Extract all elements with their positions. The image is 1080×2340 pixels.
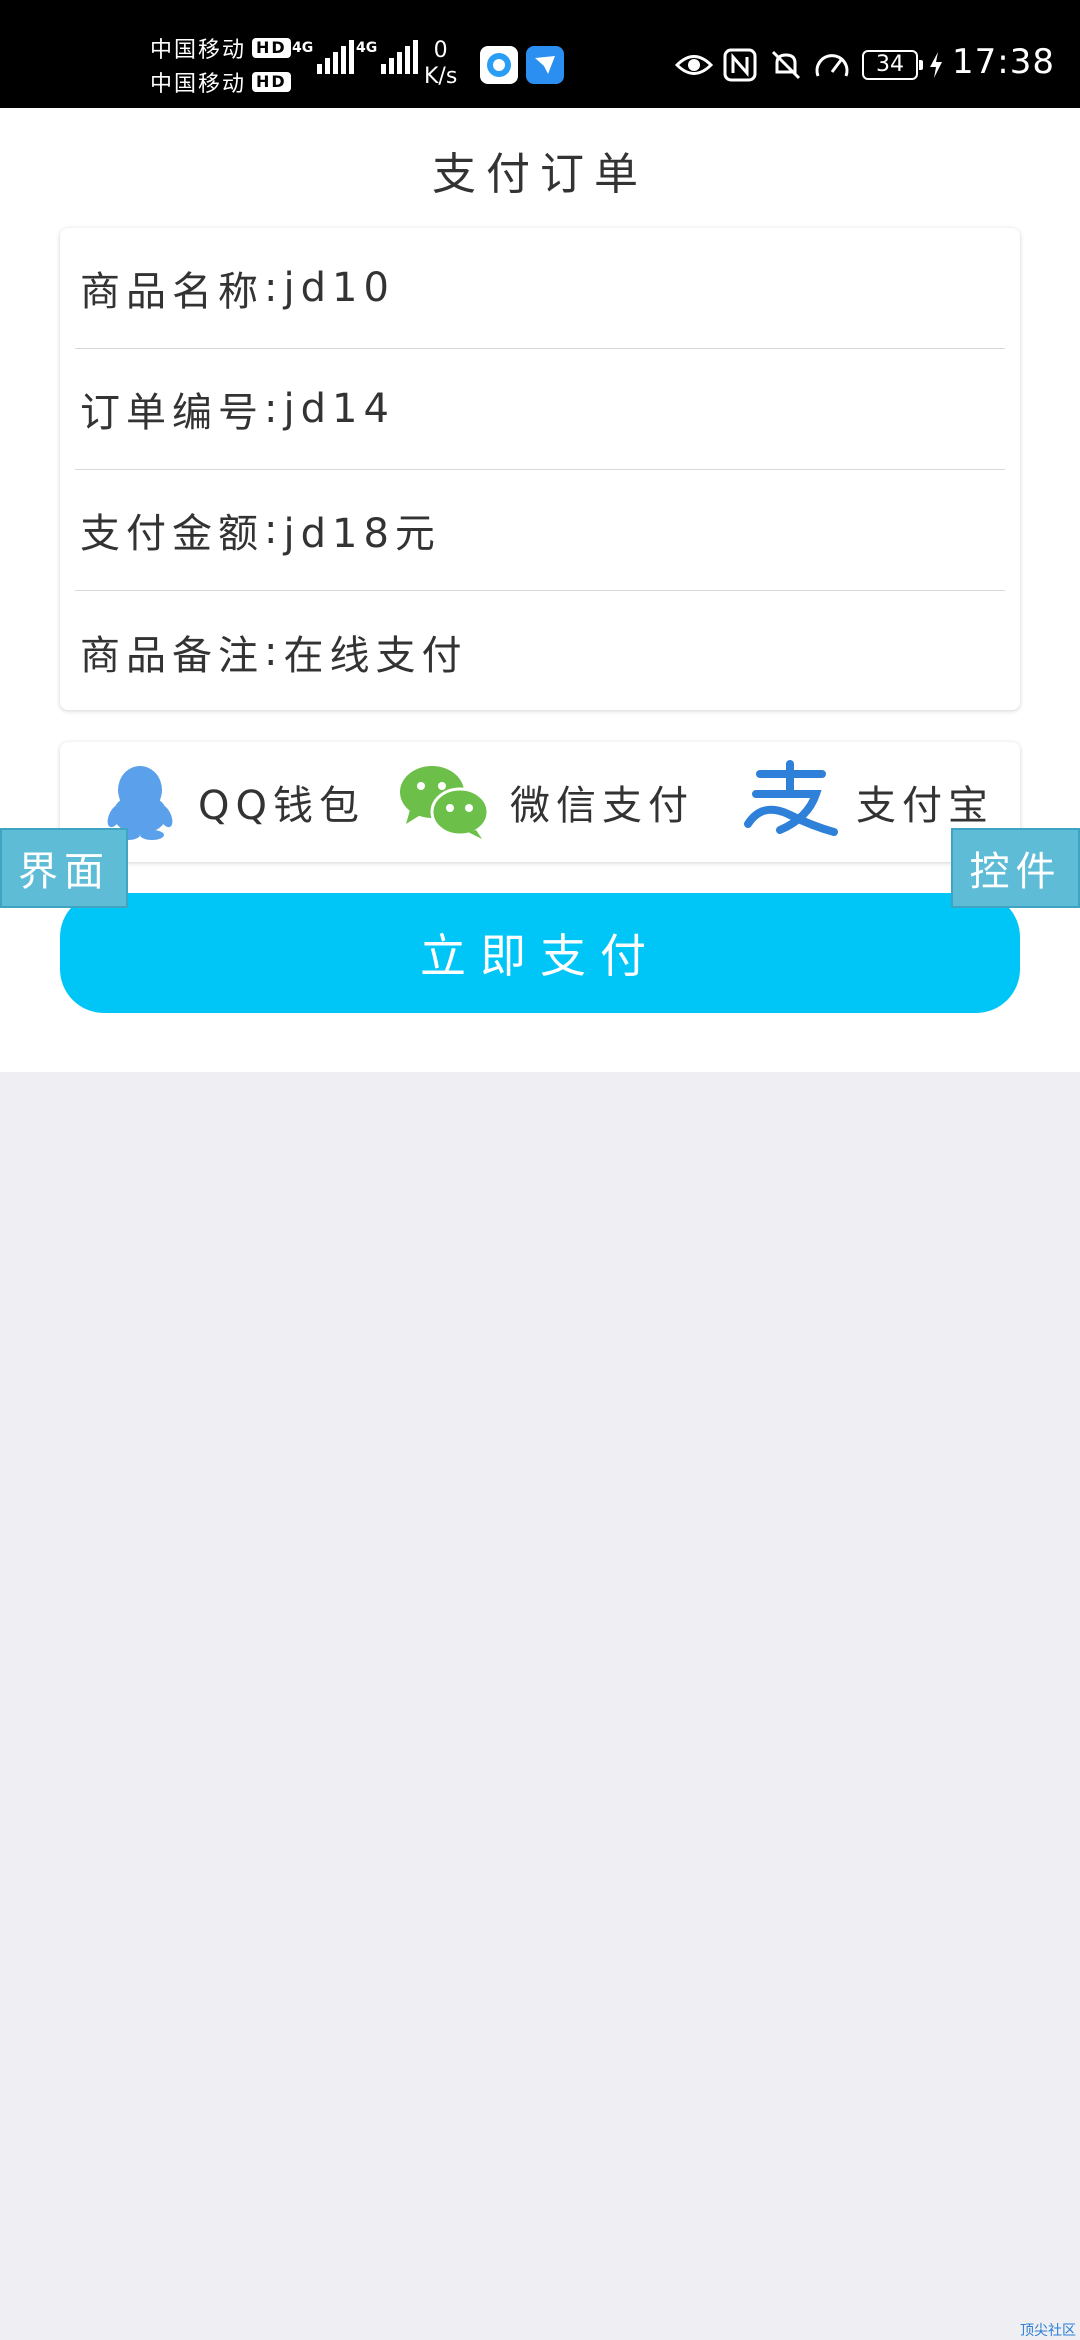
carrier-2-name: 中国移动 <box>150 72 247 97</box>
carrier-1: 中国移动 HD <box>150 32 291 64</box>
row-separator: : <box>264 265 284 311</box>
speed-icon <box>812 46 852 84</box>
network-gen-label: 4G <box>292 40 314 56</box>
qq-wallet-label: QQ钱包 <box>198 783 365 829</box>
browser-app-icon <box>480 46 518 84</box>
row-label: 商品名称 <box>80 269 264 315</box>
network-gen-label: 4G <box>356 40 378 56</box>
wechat-pay-label: 微信支付 <box>510 783 694 829</box>
row-separator: : <box>264 386 284 432</box>
alipay-icon <box>742 760 838 844</box>
row-separator: : <box>264 628 284 675</box>
row-value: jd18元 <box>283 511 441 557</box>
order-row-order-number: 订单编号: jd14 <box>75 349 1005 470</box>
row-label: 订单编号 <box>80 390 264 436</box>
status-bar: 中国移动 HD 中国移动 HD 4G 4G 0 K/s 34 17:38 <box>0 0 1080 108</box>
floating-tab-interface[interactable]: 界面 <box>0 828 128 908</box>
payment-option-wechat-pay[interactable]: 微信支付 <box>396 742 694 862</box>
hd-badge-2: HD <box>252 72 291 92</box>
row-value: 在线支付 <box>283 632 468 679</box>
mute-icon <box>768 46 804 84</box>
row-value: jd10 <box>283 265 395 311</box>
signal-icon: 4G <box>356 40 419 74</box>
row-value: jd14 <box>283 386 395 432</box>
row-label: 商品备注 <box>80 632 264 679</box>
carrier-1-name: 中国移动 <box>150 38 247 63</box>
payment-methods-card: QQ钱包 微信支付 支付宝 <box>60 742 1020 862</box>
hd-badge-1: HD <box>252 38 291 58</box>
row-label: 支付金额 <box>80 511 264 557</box>
clock: 17:38 <box>952 42 1055 82</box>
floating-tab-controls[interactable]: 控件 <box>951 828 1080 908</box>
order-info-card: 商品名称: jd10 订单编号: jd14 支付金额: jd18元 商品备注: 在线支付 <box>60 228 1020 710</box>
wechat-icon <box>396 760 492 844</box>
nfc-icon <box>722 46 758 84</box>
order-row-product-name: 商品名称: jd10 <box>75 228 1005 349</box>
eye-icon <box>674 46 714 84</box>
pay-now-button[interactable]: 立即支付 <box>60 893 1020 1013</box>
page-title: 支付订单 <box>432 149 648 200</box>
carrier-2: 中国移动 HD <box>150 66 291 98</box>
watermark: 顶尖社区 <box>1020 2323 1076 2339</box>
alipay-label: 支付宝 <box>856 783 994 829</box>
net-speed: 0 K/s <box>424 38 457 90</box>
payment-option-qq-wallet[interactable]: QQ钱包 <box>100 742 365 862</box>
bird-app-icon <box>526 46 564 84</box>
order-row-amount: 支付金额: jd18元 <box>75 470 1005 591</box>
charging-icon <box>928 46 944 84</box>
net-speed-unit: K/s <box>424 64 458 89</box>
battery-icon: 34 <box>862 50 923 80</box>
signal-icon: 4G <box>292 40 355 74</box>
order-row-remark: 商品备注: 在线支付 <box>75 591 1005 712</box>
battery-level: 34 <box>876 52 904 77</box>
payment-page: 支付订单 商品名称: jd10 订单编号: jd14 支付金额: jd18元 商品备注… <box>0 108 1080 1072</box>
row-separator: : <box>264 507 284 553</box>
net-speed-value: 0 <box>433 38 448 63</box>
